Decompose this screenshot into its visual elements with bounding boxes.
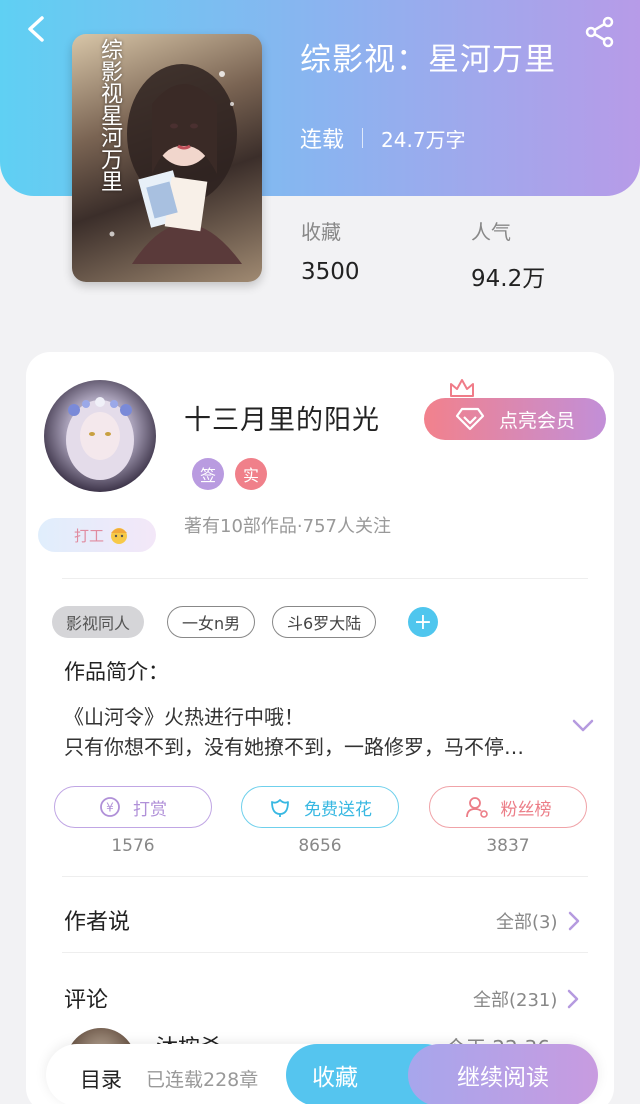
add-tag-button[interactable]: + (408, 607, 438, 637)
fan-ranking-button[interactable]: 粉丝榜 (429, 786, 587, 828)
worker-emoji-icon (111, 528, 128, 544)
chevron-right-icon (568, 911, 579, 931)
crown-icon (450, 379, 474, 397)
chevron-down-icon[interactable] (572, 718, 594, 734)
flower-count: 8656 (298, 836, 342, 856)
stat-label: 人气 (471, 220, 511, 244)
send-flower-button[interactable]: 免费送花 (241, 786, 399, 828)
author-say-all-label: 全部(3) (496, 912, 558, 933)
flower-icon (271, 799, 289, 817)
toc-button[interactable]: 目录 (80, 1064, 122, 1094)
author-say-all-link[interactable]: 全部(3) (496, 908, 580, 934)
divider (62, 876, 588, 877)
svg-text:¥: ¥ (106, 801, 114, 815)
back-button[interactable] (22, 14, 52, 44)
yen-coin-icon: ¥ (100, 797, 120, 817)
status-row: 连载 24.7万字 (300, 122, 466, 154)
intro-label: 作品简介： (64, 660, 169, 684)
work-tag-label: 打工 (74, 526, 105, 545)
stat-collect: 收藏 3500 (301, 216, 360, 285)
vip-button[interactable]: 点亮会员 (424, 398, 606, 440)
tag-romance[interactable]: 一女n男 (167, 606, 256, 638)
serial-status: 连载 (300, 128, 345, 153)
word-count: 24.7万字 (381, 127, 466, 152)
author-meta: 著有10部作品·757人关注 (184, 516, 391, 537)
intro-line: 只有你想不到，没有她撩不到，一路修罗，马不停… (64, 735, 524, 759)
stat-value: 94.2万 (471, 266, 546, 292)
tag-genre[interactable]: 影视同人 (52, 606, 145, 638)
cover-title: 综影视星河万里 (97, 38, 122, 192)
chevron-left-icon (28, 16, 44, 42)
tip-button[interactable]: ¥ 打赏 (54, 786, 212, 828)
share-icon (585, 16, 614, 48)
continue-reading-button[interactable]: 继续阅读 (408, 1044, 598, 1104)
divider (362, 128, 364, 148)
author-say-title: 作者说 (64, 910, 131, 935)
author-name[interactable]: 十三月里的阳光 (184, 398, 380, 437)
book-cover[interactable]: 综影视星河万里 (72, 34, 262, 282)
share-button[interactable] (584, 16, 616, 48)
user-icon (465, 797, 488, 818)
send-flower-label: 免费送花 (304, 799, 372, 820)
diamond-icon (455, 407, 485, 431)
fan-count: 3837 (486, 836, 530, 856)
comments-all-link[interactable]: 全部(231) (473, 986, 579, 1012)
stat-popularity: 人气 94.2万 (471, 216, 545, 293)
stat-value: 3500 (301, 259, 360, 285)
author-avatar[interactable] (44, 380, 156, 492)
fan-ranking-label: 粉丝榜 (500, 799, 552, 820)
book-title: 综影视：星河万里 (300, 42, 556, 78)
stat-label: 收藏 (301, 220, 341, 244)
intro-text[interactable]: 《山河令》火热进行中哦！ 只有你想不到，没有她撩不到，一路修罗，马不停… (64, 702, 564, 762)
divider (62, 578, 588, 579)
tip-label: 打赏 (133, 799, 167, 820)
comments-all-label: 全部(231) (473, 990, 558, 1011)
serial-chapter-info: 已连载228章 (146, 1069, 259, 1091)
verified-badge: 实 (235, 458, 267, 490)
author-work-tag: 打工 (38, 518, 156, 552)
vip-label: 点亮会员 (498, 409, 575, 432)
comments-title: 评论 (64, 988, 109, 1013)
chevron-right-icon (568, 989, 579, 1009)
tag-fandom[interactable]: 斗6罗大陆 (272, 606, 377, 638)
tip-count: 1576 (111, 836, 155, 856)
divider (62, 952, 588, 953)
intro-line: 《山河令》火热进行中哦！ (64, 705, 304, 729)
avatar-illustration (66, 397, 134, 480)
signed-badge: 签 (192, 458, 224, 490)
